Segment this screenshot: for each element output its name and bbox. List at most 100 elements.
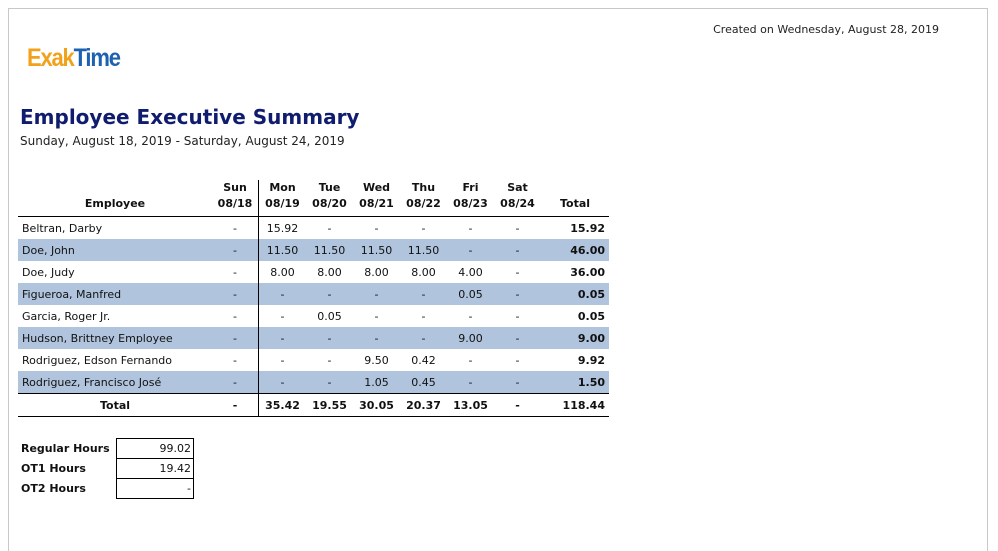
day-total-cell: -: [212, 393, 259, 417]
day-hours-cell: 11.50: [353, 239, 400, 261]
hours-value: 19.42: [116, 458, 194, 479]
day-hours-cell: -: [327, 221, 332, 235]
day-hours-cell: -: [258, 371, 306, 394]
table-header-row: Employee Sun 08/18 Mon 08/19 Tue 08/20 Wed 0…: [18, 180, 609, 217]
day-hours-cell: 4.00: [458, 265, 483, 279]
report-title: Employee Executive Summary: [20, 105, 360, 129]
day-hours-cell: -: [447, 239, 494, 261]
day-hours-cell: -: [374, 221, 379, 235]
day-hours-cell: -: [374, 309, 379, 323]
day-hours-cell: -: [353, 327, 400, 349]
hours-label: OT1 Hours: [21, 462, 86, 475]
day-hours-cell: 15.92: [266, 221, 299, 235]
day-total-cell: 13.05: [447, 393, 494, 417]
day-hours-cell: -: [258, 283, 306, 305]
day-hours-cell: -: [212, 216, 259, 239]
row-total-cell: 36.00: [570, 265, 605, 279]
day-hours-cell: -: [353, 283, 400, 305]
hours-value: -: [116, 478, 194, 499]
row-total-cell: 15.92: [570, 221, 605, 235]
row-total-cell: 0.05: [541, 283, 609, 305]
day-header: Tue 08/20: [306, 180, 353, 217]
day-hours-cell: -: [212, 371, 259, 394]
report-date-range: Sunday, August 18, 2019 - Saturday, Augu…: [20, 134, 345, 148]
day-header: Sun 08/18: [212, 180, 259, 217]
day-hours-cell: -: [494, 283, 541, 305]
day-hours-cell: 0.05: [447, 283, 494, 305]
day-total-cell: 30.05: [353, 393, 400, 417]
day-total-cell: 20.37: [400, 393, 447, 417]
hours-row: OT2 Hours -: [20, 478, 194, 499]
table-row: Doe, John -11.50 11.50 11.50 11.50- -46.00: [18, 239, 609, 261]
day-hours-cell: 1.05: [353, 371, 400, 394]
table-row: Rodriguez, Francisco José - - -1.05 0.45- -1.…: [18, 371, 609, 394]
day-hours-cell: -: [280, 309, 285, 323]
hours-row: Regular Hours 99.02: [20, 438, 194, 459]
day-hours-cell: -: [494, 239, 541, 261]
day-hours-cell: -: [494, 371, 541, 394]
grand-total-cell: 118.44: [541, 393, 609, 417]
row-total-cell: 0.05: [577, 309, 605, 323]
table-row: Doe, Judy -8.00 8.00 8.00 8.00 4.00-36.00: [18, 261, 609, 283]
day-hours-cell: -: [327, 353, 332, 367]
day-hours-cell: 0.05: [317, 309, 342, 323]
totals-row: Total -35.42 19.55 30.05 20.37 13.05-118.44: [18, 393, 609, 417]
day-hours-cell: 0.42: [411, 353, 436, 367]
employee-name: Doe, John: [18, 239, 212, 261]
created-date: Created on Wednesday, August 28, 2019: [713, 23, 939, 36]
day-hours-cell: 9.50: [364, 353, 389, 367]
day-total-cell: 19.55: [306, 393, 353, 417]
employee-name: Hudson, Brittney Employee: [18, 327, 212, 349]
hours-value: 99.02: [116, 438, 194, 459]
day-hours-cell: -: [212, 305, 259, 327]
day-hours-cell: -: [468, 353, 473, 367]
day-header: Wed 08/21: [353, 180, 400, 217]
day-hours-cell: 11.50: [306, 239, 353, 261]
day-hours-cell: -: [212, 327, 259, 349]
employee-name: Rodriguez, Francisco José: [18, 371, 212, 394]
employee-name: Figueroa, Manfred: [18, 283, 212, 305]
summary-table: Employee Sun 08/18 Mon 08/19 Tue 08/20 Wed 0…: [18, 180, 609, 417]
day-hours-cell: 11.50: [258, 239, 306, 261]
day-hours-cell: -: [515, 309, 520, 323]
day-hours-cell: -: [515, 265, 520, 279]
day-hours-cell: -: [306, 371, 353, 394]
day-hours-cell: -: [212, 349, 259, 371]
day-total-cell: -: [494, 393, 541, 417]
day-hours-cell: 8.00: [364, 265, 389, 279]
table-row: Garcia, Roger Jr. - - 0.05 - - - - 0.05: [18, 305, 609, 327]
day-hours-cell: 0.45: [400, 371, 447, 394]
day-hours-cell: -: [494, 327, 541, 349]
day-hours-cell: -: [447, 371, 494, 394]
hours-summary-table: Regular Hours 99.02 OT1 Hours 19.42 OT2 Hour…: [20, 438, 194, 499]
day-hours-cell: -: [468, 309, 473, 323]
day-hours-cell: -: [421, 309, 426, 323]
day-hours-cell: -: [306, 283, 353, 305]
day-hours-cell: -: [468, 221, 473, 235]
day-header: Mon 08/19: [258, 180, 306, 217]
employee-name: Beltran, Darby: [22, 221, 103, 235]
employee-name: Garcia, Roger Jr.: [22, 309, 111, 323]
day-header: Thu 08/22: [400, 180, 447, 217]
table-row: Beltran, Darby -15.92- - - - -15.92: [18, 216, 609, 239]
day-hours-cell: -: [212, 239, 259, 261]
day-hours-cell: -: [306, 327, 353, 349]
day-hours-cell: 8.00: [317, 265, 342, 279]
exaktime-logo: ExakTime: [27, 43, 121, 72]
day-hours-cell: -: [515, 221, 520, 235]
table-row: Rodriguez, Edson Fernando - - - 9.50 0.42 - - 9.…: [18, 349, 609, 371]
row-total-cell: 9.92: [577, 353, 605, 367]
hours-row: OT1 Hours 19.42: [20, 458, 194, 479]
total-header: Total: [541, 180, 609, 217]
row-total-cell: 1.50: [541, 371, 609, 394]
day-hours-cell: -: [280, 353, 285, 367]
employee-name: Rodriguez, Edson Fernando: [22, 353, 173, 367]
day-hours-cell: -: [515, 353, 520, 367]
employee-header: Employee: [18, 180, 212, 217]
table-row: Hudson, Brittney Employee - - - - -9.00-9.00: [18, 327, 609, 349]
day-hours-cell: -: [400, 283, 447, 305]
row-total-cell: 46.00: [541, 239, 609, 261]
day-hours-cell: -: [400, 327, 447, 349]
hours-label: OT2 Hours: [21, 482, 86, 495]
day-hours-cell: -: [258, 327, 306, 349]
